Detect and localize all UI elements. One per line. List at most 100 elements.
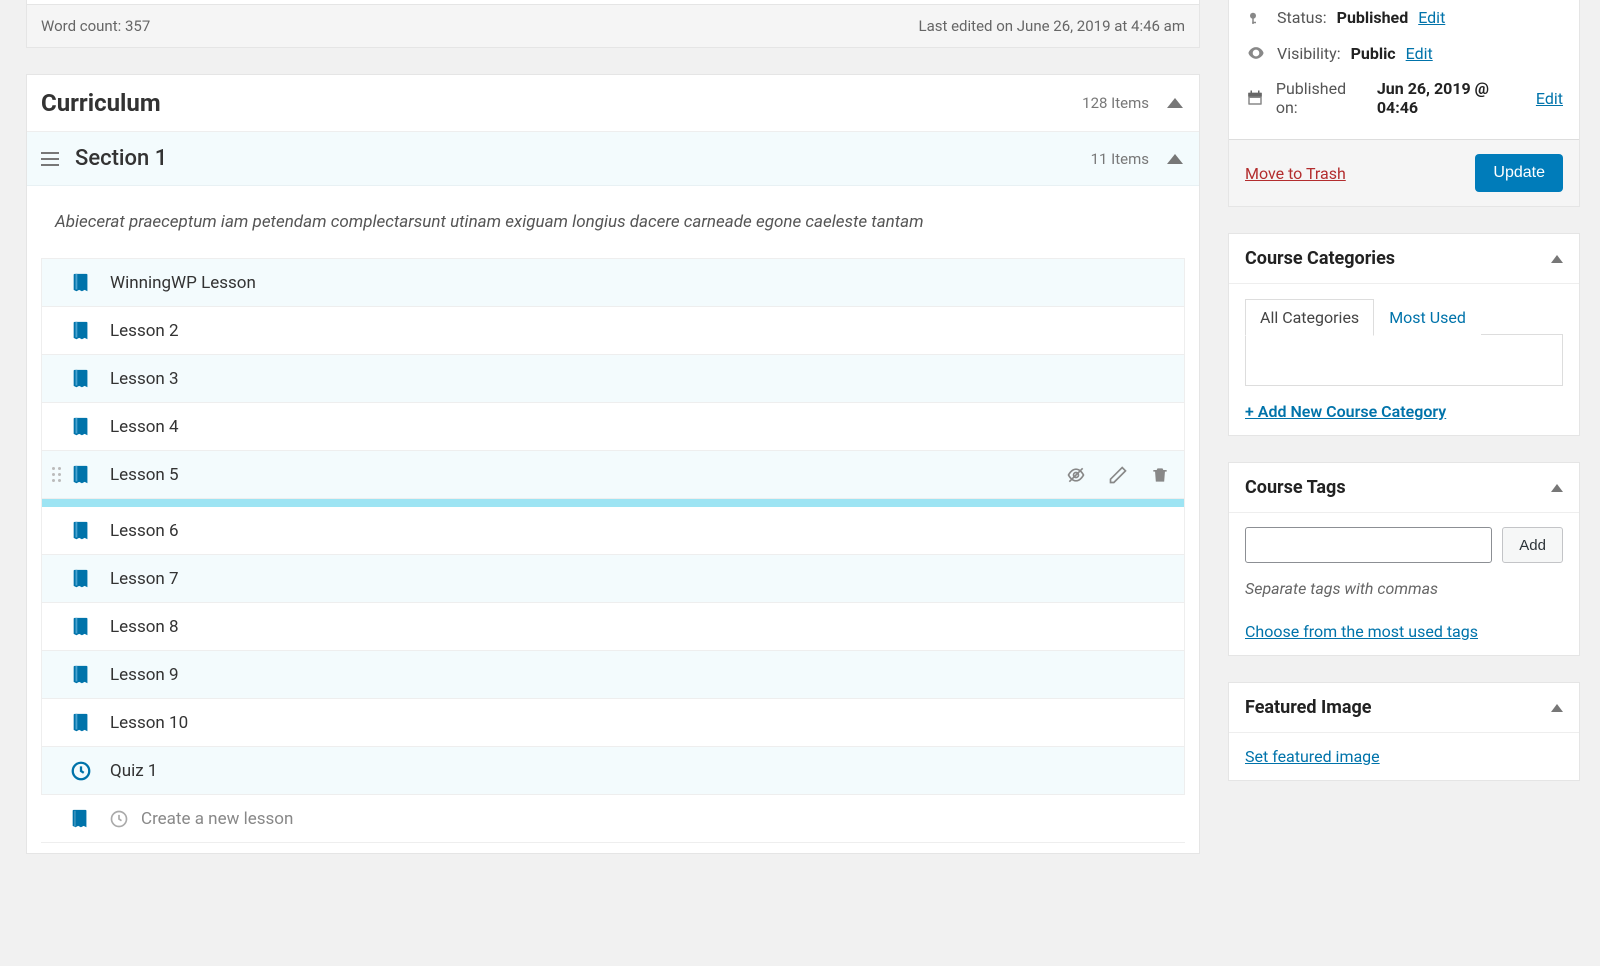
featured-image-widget: Featured Image Set featured image [1228,682,1580,781]
section-header[interactable]: Section 1 11 Items [27,132,1199,186]
tab-all-categories[interactable]: All Categories [1245,299,1374,336]
visibility-row: Visibility: Public Edit [1245,35,1563,71]
status-label: Status: [1277,8,1327,27]
lesson-row[interactable]: Lesson 2 [42,307,1184,355]
calendar-icon [1245,89,1266,107]
lesson-title: Lesson 8 [110,617,1170,637]
section-items-count: 11 Items [1091,150,1149,168]
create-lesson-placeholder: Create a new lesson [141,809,293,829]
add-new-category-link[interactable]: + Add New Course Category [1245,402,1446,421]
collapse-icon[interactable] [1551,255,1563,263]
tab-most-used[interactable]: Most Used [1374,299,1481,336]
lesson-row[interactable]: Lesson 10 [42,699,1184,747]
book-icon [70,320,92,342]
edit-lesson-button[interactable] [1108,465,1128,485]
visibility-value: Public [1351,44,1396,63]
lesson-row[interactable]: WinningWP Lesson [42,259,1184,307]
course-tags-title: Course Tags [1245,477,1551,498]
toggle-visibility-button[interactable] [1066,465,1086,485]
lesson-title: Lesson 4 [110,417,1170,437]
curriculum-title: Curriculum [41,89,1082,117]
book-icon [70,272,92,294]
visibility-label: Visibility: [1277,44,1341,63]
book-icon [70,616,92,638]
lesson-row[interactable]: Lesson 3 [42,355,1184,403]
publish-widget: Status: Published Edit Visibility: Publi… [1228,0,1580,207]
book-icon [70,712,92,734]
lesson-row[interactable]: Lesson 6 [42,507,1184,555]
lesson-title: Lesson 6 [110,521,1170,541]
status-value: Published [1337,8,1409,27]
featured-image-header[interactable]: Featured Image [1229,683,1579,733]
published-edit-link[interactable]: Edit [1536,89,1563,108]
lesson-title: WinningWP Lesson [110,273,1170,293]
categories-list [1245,334,1563,386]
last-edited: Last edited on June 26, 2019 at 4:46 am [919,17,1186,35]
choose-tags-link[interactable]: Choose from the most used tags [1245,622,1478,641]
book-icon [70,664,92,686]
lesson-row[interactable]: Lesson 9 [42,651,1184,699]
lesson-row[interactable]: Lesson 7 [42,555,1184,603]
drop-indicator [42,499,1184,507]
collapse-icon[interactable] [1551,704,1563,712]
published-label: Published on: [1276,79,1367,117]
key-icon [1245,9,1267,27]
add-tag-button[interactable]: Add [1502,527,1563,563]
visibility-edit-link[interactable]: Edit [1406,44,1433,63]
drag-handle-icon[interactable] [52,467,64,482]
collapse-icon[interactable] [1167,154,1183,164]
set-featured-image-link[interactable]: Set featured image [1245,747,1380,766]
lesson-row[interactable]: Lesson 4 [42,403,1184,451]
book-icon [70,568,92,590]
tags-hint: Separate tags with commas [1245,579,1563,598]
lesson-row[interactable]: Lesson 8 [42,603,1184,651]
published-value: Jun 26, 2019 @ 04:46 [1377,79,1526,117]
lesson-actions [1066,465,1170,485]
lesson-title: Lesson 9 [110,665,1170,685]
editor-footer: Word count: 357 Last edited on June 26, … [27,4,1199,47]
tag-input[interactable] [1245,527,1492,563]
course-tags-widget: Course Tags Add Separate tags with comma… [1228,462,1580,656]
delete-lesson-button[interactable] [1150,465,1170,485]
editor-panel: Word count: 357 Last edited on June 26, … [26,0,1200,48]
curriculum-header[interactable]: Curriculum 128 Items [27,75,1199,132]
lesson-row[interactable]: Lesson 5 [42,451,1184,499]
clock-icon [109,809,129,829]
lesson-title: Lesson 3 [110,369,1170,389]
lesson-title: Lesson 5 [110,465,1066,485]
course-categories-header[interactable]: Course Categories [1229,234,1579,284]
move-to-trash-link[interactable]: Move to Trash [1245,164,1346,183]
curriculum-items-count: 128 Items [1082,94,1149,112]
eye-icon [1245,43,1267,63]
create-lesson-row[interactable]: Create a new lesson [41,795,1185,843]
update-button[interactable]: Update [1475,154,1563,192]
collapse-icon[interactable] [1167,98,1183,108]
course-tags-header[interactable]: Course Tags [1229,463,1579,513]
word-count: Word count: 357 [41,17,150,35]
status-row: Status: Published Edit [1245,0,1563,35]
drag-handle-icon[interactable] [41,152,59,166]
collapse-icon[interactable] [1551,484,1563,492]
edit-icon [1108,465,1128,485]
lesson-title: Quiz 1 [110,761,1170,781]
course-categories-title: Course Categories [1245,248,1551,269]
lesson-title: Lesson 10 [110,713,1170,733]
course-categories-widget: Course Categories All Categories Most Us… [1228,233,1580,436]
book-icon [70,520,92,542]
book-icon [70,464,92,486]
book-icon [70,368,92,390]
featured-image-title: Featured Image [1245,697,1551,718]
curriculum-panel: Curriculum 128 Items Section 1 11 Items … [26,74,1200,854]
published-row: Published on: Jun 26, 2019 @ 04:46 Edit [1245,71,1563,125]
eye-off-icon [1066,465,1086,485]
clock-icon [70,760,92,782]
section-description: Abiecerat praeceptum iam petendam comple… [55,212,1173,232]
book-icon [70,416,92,438]
lesson-title: Lesson 2 [110,321,1170,341]
status-edit-link[interactable]: Edit [1418,8,1445,27]
trash-icon [1150,465,1170,485]
section-title: Section 1 [75,146,1091,171]
lesson-title: Lesson 7 [110,569,1170,589]
lesson-row[interactable]: Quiz 1 [42,747,1184,795]
book-icon [69,808,91,830]
